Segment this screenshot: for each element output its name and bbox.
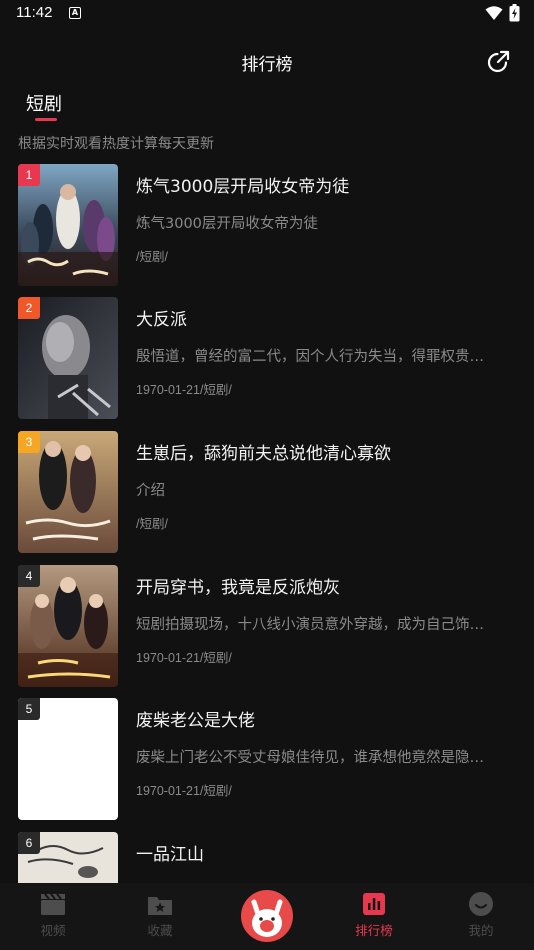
status-bar: 11:42 A [0,0,534,28]
nav-favorites[interactable]: 收藏 [120,891,200,939]
nav-mine[interactable]: 我的 [441,891,521,939]
item-description: 炼气3000层开局收女帝为徒 [136,216,318,232]
list-item[interactable]: 2 大反派 殷悟道，曾经的富二代，因个人行为失当，得罪权贵… 1970-01-2… [0,297,534,421]
rank-badge: 6 [18,832,40,854]
nav-favorites-label: 收藏 [147,923,173,938]
list-item[interactable]: 6 一品江山 [0,832,534,883]
item-meta: 1970-01-21/短剧/ [136,651,232,665]
wifi-icon [485,6,503,20]
item-meta: /短剧/ [136,517,168,531]
share-icon [487,50,510,73]
poster-image[interactable]: 5 [18,698,118,820]
item-meta: 1970-01-21/短剧/ [136,784,232,798]
item-title[interactable]: 炼气3000层开局收女帝为徒 [136,172,349,197]
share-button[interactable] [486,48,512,74]
clapperboard-icon [41,893,65,915]
poster-image[interactable]: 4 [18,565,118,687]
nav-video[interactable]: 视频 [13,891,93,939]
mascot-icon [251,899,283,937]
smiley-icon [469,892,493,916]
ranking-subtitle: 根据实时观看热度计算每天更新 [18,136,214,152]
rank-badge: 5 [18,698,40,720]
bar-chart-icon [363,893,385,915]
poster-image[interactable]: 6 [18,832,118,883]
item-meta: /短剧/ [136,250,168,264]
rank-badge: 1 [18,164,40,186]
folder-star-icon [148,897,172,915]
rank-badge: 4 [18,565,40,587]
nav-ranking-label: 排行榜 [355,923,393,938]
item-title[interactable]: 废柴老公是大佬 [136,706,255,731]
poster-image[interactable]: 3 [18,431,118,553]
tab-short-drama[interactable]: 短剧 [26,90,62,116]
rank-badge: 2 [18,297,40,319]
item-meta: 1970-01-21/短剧/ [136,383,232,397]
list-item[interactable]: 1 炼气3000层开局收女帝为徒 炼气3000层开局收女帝为徒 /短剧/ [0,164,534,288]
item-title[interactable]: 开局穿书，我竟是反派炮灰 [136,573,340,598]
nav-ranking[interactable]: 排行榜 [334,891,414,939]
top-header: 排行榜 [0,40,534,84]
center-mascot-button[interactable] [241,890,293,942]
item-title[interactable]: 生崽后，舔狗前夫总说他清心寡欲 [136,439,391,464]
status-time: 11:42 [16,4,53,21]
list-item[interactable]: 4 开局穿书，我竟是反派炮灰 短剧拍摄现场，十八线小演员意外穿越，成为自己饰… … [0,565,534,689]
battery-icon [509,4,520,22]
item-description: 殷悟道，曾经的富二代，因个人行为失当，得罪权贵… [136,349,484,365]
nav-mine-label: 我的 [468,923,494,938]
item-title[interactable]: 一品江山 [136,840,204,865]
status-icons [485,4,520,22]
item-description: 废柴上门老公不受丈母娘佳待见，谁承想他竟然是隐… [136,750,484,766]
poster-image[interactable]: 1 [18,164,118,286]
item-description: 短剧拍摄现场，十八线小演员意外穿越，成为自己饰… [136,617,484,633]
tab-active-indicator [35,118,57,121]
ranking-list[interactable]: 1 炼气3000层开局收女帝为徒 炼气3000层开局收女帝为徒 /短剧/ 2 大… [0,164,534,883]
list-item[interactable]: 5 废柴老公是大佬 废柴上门老公不受丈母娘佳待见，谁承想他竟然是隐… 1970-… [0,698,534,822]
bottom-nav: 视频 收藏 排行榜 我的 [0,883,534,950]
notification-a-icon: A [69,7,81,19]
nav-video-label: 视频 [40,923,66,938]
item-title[interactable]: 大反派 [136,305,187,330]
poster-image[interactable]: 2 [18,297,118,419]
list-item[interactable]: 3 生崽后，舔狗前夫总说他清心寡欲 介绍 /短剧/ [0,431,534,555]
page-title: 排行榜 [241,55,293,75]
rank-badge: 3 [18,431,40,453]
item-description: 介绍 [136,483,165,499]
